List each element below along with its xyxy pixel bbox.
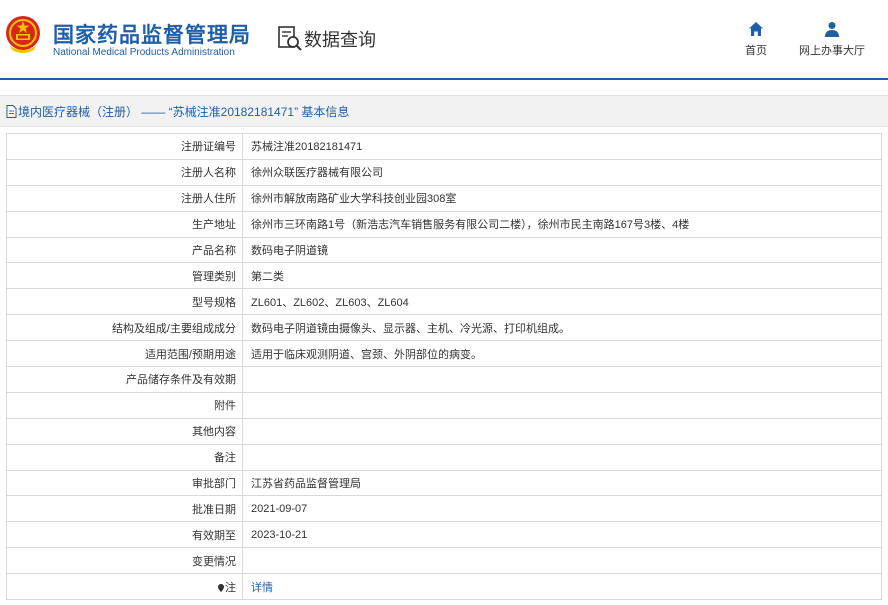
field-label-note: 注 bbox=[6, 573, 243, 601]
field-value: 适用于临床观测阴道、宫颈、外阴部位的病变。 bbox=[242, 340, 882, 368]
field-label: 生产地址 bbox=[6, 210, 243, 238]
field-label: 有效期至 bbox=[6, 521, 243, 549]
table-row: 管理类别 第二类 bbox=[6, 262, 882, 290]
table-row: 产品储存条件及有效期 bbox=[6, 366, 882, 393]
breadcrumb: 境内医疗器械（注册） —— “苏械注准20182181471” 基本信息 bbox=[0, 95, 888, 127]
field-label: 产品名称 bbox=[6, 236, 243, 264]
data-query-icon bbox=[278, 26, 302, 51]
field-value: 徐州市解放南路矿业大学科技创业园308室 bbox=[242, 184, 882, 212]
nav-home-label: 首页 bbox=[745, 45, 767, 57]
field-value bbox=[242, 443, 882, 471]
field-value: 苏械注准20182181471 bbox=[242, 133, 882, 160]
field-value: ZL601、ZL602、ZL603、ZL604 bbox=[242, 288, 882, 316]
document-icon bbox=[6, 104, 17, 118]
field-value-note: 详情 bbox=[242, 573, 882, 601]
field-label: 注册证编号 bbox=[6, 133, 243, 160]
table-row: 注册人住所 徐州市解放南路矿业大学科技创业园308室 bbox=[6, 184, 882, 212]
table-row: 审批部门 江苏省药品监督管理局 bbox=[6, 469, 882, 497]
field-label: 批准日期 bbox=[6, 495, 243, 523]
table-row: 生产地址 徐州市三环南路1号（新浩志汽车销售服务有限公司二楼），徐州市民主南路16… bbox=[6, 210, 882, 238]
field-value: 江苏省药品监督管理局 bbox=[242, 469, 882, 497]
field-value: 第二类 bbox=[242, 262, 882, 290]
home-icon bbox=[749, 22, 763, 36]
field-label: 适用范围/预期用途 bbox=[6, 340, 243, 368]
nav-online-service-hall-label: 网上办事大厅 bbox=[799, 45, 865, 57]
field-label: 产品储存条件及有效期 bbox=[6, 366, 243, 393]
site-title-en: National Medical Products Administration bbox=[53, 47, 235, 58]
registration-info-table: 注册证编号 苏械注准20182181471 注册人名称 徐州众联医疗器械有限公司 注册人… bbox=[6, 133, 882, 601]
field-value: 2021-09-07 bbox=[242, 495, 882, 523]
table-row-note: 注 详情 bbox=[6, 573, 882, 601]
user-icon bbox=[825, 22, 839, 37]
field-label: 管理类别 bbox=[6, 262, 243, 290]
table-row: 适用范围/预期用途 适用于临床观测阴道、宫颈、外阴部位的病变。 bbox=[6, 340, 882, 368]
field-value bbox=[242, 547, 882, 575]
field-label: 结构及组成/主要组成成分 bbox=[6, 314, 243, 342]
table-row: 批准日期 2021-09-07 bbox=[6, 495, 882, 523]
table-row: 产品名称 数码电子阴道镜 bbox=[6, 236, 882, 264]
site-header: 国家药品监督管理局 National Medical Products Admi… bbox=[0, 0, 888, 80]
nav-home[interactable]: 首页 bbox=[737, 21, 775, 58]
field-value bbox=[242, 391, 882, 419]
table-row: 有效期至 2023-10-21 bbox=[6, 521, 882, 549]
location-pin-icon bbox=[218, 583, 224, 592]
data-query-title: 数据查询 bbox=[278, 25, 376, 53]
field-value bbox=[242, 366, 882, 393]
table-row: 注册人名称 徐州众联医疗器械有限公司 bbox=[6, 158, 882, 186]
field-label: 其他内容 bbox=[6, 417, 243, 445]
table-row: 附件 bbox=[6, 391, 882, 419]
field-value: 数码电子阴道镜 bbox=[242, 236, 882, 264]
table-row: 变更情况 bbox=[6, 547, 882, 575]
field-label: 审批部门 bbox=[6, 469, 243, 497]
field-value: 徐州众联医疗器械有限公司 bbox=[242, 158, 882, 186]
field-value bbox=[242, 417, 882, 445]
site-title-cn: 国家药品监督管理局 bbox=[53, 24, 251, 47]
nav-online-service-hall[interactable]: 网上办事大厅 bbox=[795, 21, 869, 58]
national-emblem-icon bbox=[6, 16, 40, 53]
table-row: 注册证编号 苏械注准20182181471 bbox=[6, 133, 882, 160]
field-value: 徐州市三环南路1号（新浩志汽车销售服务有限公司二楼），徐州市民主南路167号3楼… bbox=[242, 210, 882, 238]
table-row: 备注 bbox=[6, 443, 882, 471]
table-row: 结构及组成/主要组成成分 数码电子阴道镜由摄像头、显示器、主机、冷光源、打印机组成… bbox=[6, 314, 882, 342]
field-label: 注册人名称 bbox=[6, 158, 243, 186]
breadcrumb-text: 境内医疗器械（注册） —— “苏械注准20182181471” 基本信息 bbox=[18, 104, 350, 119]
field-label: 附件 bbox=[6, 391, 243, 419]
note-label: 注 bbox=[225, 581, 236, 594]
table-row: 其他内容 bbox=[6, 417, 882, 445]
data-query-label: 数据查询 bbox=[304, 30, 376, 50]
details-link[interactable]: 详情 bbox=[251, 582, 273, 594]
table-row: 型号规格 ZL601、ZL602、ZL603、ZL604 bbox=[6, 288, 882, 316]
field-label: 备注 bbox=[6, 443, 243, 471]
field-value: 2023-10-21 bbox=[242, 521, 882, 549]
field-label: 注册人住所 bbox=[6, 184, 243, 212]
field-label: 变更情况 bbox=[6, 547, 243, 575]
field-value: 数码电子阴道镜由摄像头、显示器、主机、冷光源、打印机组成。 bbox=[242, 314, 882, 342]
field-label: 型号规格 bbox=[6, 288, 243, 316]
